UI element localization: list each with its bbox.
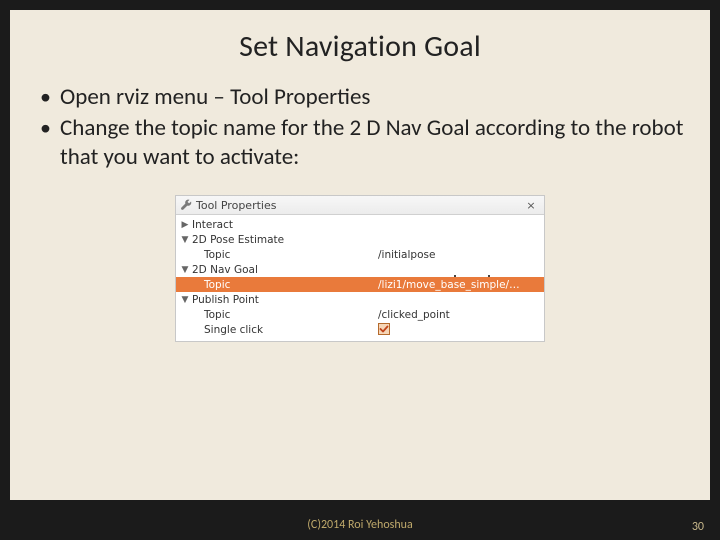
tree-label: 2D Pose Estimate (192, 234, 284, 246)
tree-label: Interact (192, 219, 233, 231)
slide-inner: Set Navigation Goal Open rviz menu – Too… (10, 10, 710, 500)
tree-item-topic-selected[interactable]: Topic /lizi1/move_base_simple/… (176, 277, 544, 292)
chevron-down-icon: ▼ (180, 235, 190, 245)
slide-title: Set Navigation Goal (34, 28, 686, 65)
close-icon: × (526, 199, 535, 212)
tree-value: /initialpose (378, 249, 538, 261)
tree-group-2d-nav-goal[interactable]: ▼ 2D Nav Goal (176, 262, 544, 277)
tree-value: /lizi1/move_base_simple/… (378, 279, 538, 291)
tree-item-topic[interactable]: Topic /initialpose (176, 247, 544, 262)
tool-properties-panel: Tool Properties × ▶ Interact ▼ (175, 195, 545, 342)
panel-header: Tool Properties × (176, 196, 544, 215)
wrench-icon (180, 199, 192, 211)
tree-label: Topic (204, 309, 230, 321)
tree-item-single-click[interactable]: Single click (176, 322, 544, 337)
chevron-right-icon: ▶ (180, 220, 190, 230)
chevron-down-icon: ▼ (180, 295, 190, 305)
tree-group-publish-point[interactable]: ▼ Publish Point (176, 292, 544, 307)
tree-group-interact[interactable]: ▶ Interact (176, 217, 544, 232)
slide: Set Navigation Goal Open rviz menu – Too… (0, 0, 720, 540)
tree-group-2d-pose-estimate[interactable]: ▼ 2D Pose Estimate (176, 232, 544, 247)
tree-label: Single click (204, 324, 263, 336)
chevron-down-icon: ▼ (180, 265, 190, 275)
checkbox-checked[interactable] (378, 323, 390, 335)
panel-body: ▶ Interact ▼ 2D Pose Estimate Topic (176, 215, 544, 341)
panel-title: Tool Properties (196, 199, 276, 212)
close-button[interactable]: × (524, 198, 538, 212)
tree-item-topic[interactable]: Topic /clicked_point (176, 307, 544, 322)
copyright-text: (C)2014 Roi Yehoshua (307, 518, 412, 532)
slide-footer: (C)2014 Roi Yehoshua 30 (0, 510, 720, 540)
bullet-list: Open rviz menu – Tool Properties Change … (34, 83, 686, 171)
tree-label: 2D Nav Goal (192, 264, 258, 276)
tree-value: /clicked_point (378, 309, 538, 321)
tree-label: Publish Point (192, 294, 259, 306)
tree-label: Topic (204, 249, 230, 261)
bullet-item: Change the topic name for the 2 D Nav Go… (38, 114, 686, 172)
page-number: 30 (692, 520, 704, 534)
tree-value (378, 323, 538, 337)
bullet-item: Open rviz menu – Tool Properties (38, 83, 686, 112)
tree-label: Topic (204, 279, 230, 291)
